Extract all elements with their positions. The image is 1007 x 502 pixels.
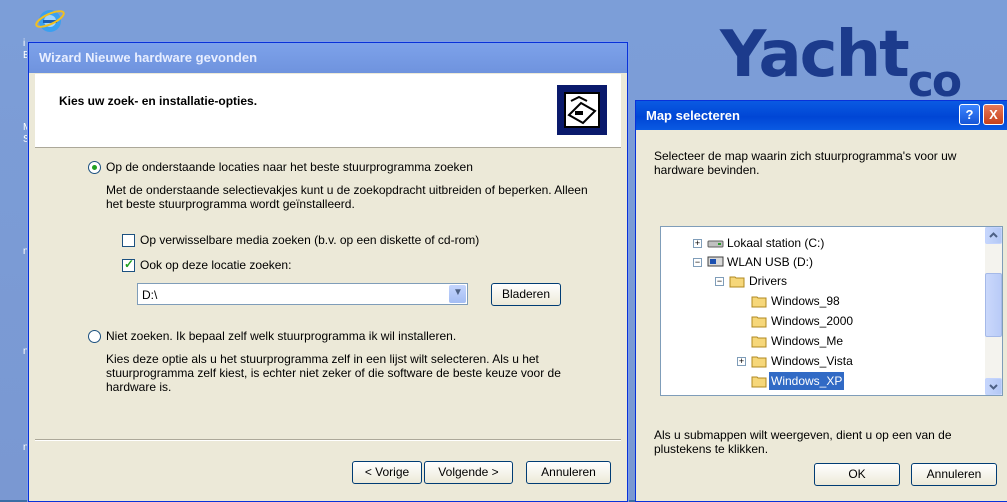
- search-option-label[interactable]: Op de onderstaande locaties naar het bes…: [106, 160, 473, 174]
- radio-selected-dot: [92, 165, 97, 170]
- wizard-header: Kies uw zoek- en installatie-opties.: [35, 74, 621, 148]
- tree-node-windows-me[interactable]: Windows_Me: [661, 332, 981, 350]
- tree-node-drivers[interactable]: − Drivers: [661, 272, 981, 290]
- tree-node-local-drive[interactable]: + Lokaal station (C:): [661, 234, 981, 252]
- select-folder-dialog: Map selecteren ? X Selecteer de map waar…: [635, 100, 1007, 502]
- search-option-description: Met de onderstaande selectievakjes kunt …: [106, 183, 588, 211]
- banner-main-text: Yacht: [720, 18, 910, 92]
- manual-option-radio[interactable]: [88, 330, 101, 343]
- dialog-title: Map selecteren: [646, 108, 740, 123]
- tree-node-label-selected: Windows_XP: [769, 372, 845, 390]
- dialog-instruction: Selecteer de map waarin zich stuurprogra…: [654, 149, 957, 177]
- scroll-thumb[interactable]: [985, 273, 1002, 337]
- folder-icon: [751, 376, 767, 388]
- ok-button[interactable]: OK: [814, 463, 900, 486]
- search-location-checkbox[interactable]: ✓: [122, 257, 135, 272]
- folder-icon: [751, 296, 767, 308]
- combobox-dropdown-button[interactable]: ▼: [449, 285, 466, 303]
- dialog-hint: Als u submappen wilt weergeven, dient u …: [654, 428, 952, 456]
- wizard-titlebar[interactable]: Wizard Nieuwe hardware gevonden: [29, 43, 627, 73]
- tree-node-label: Drivers: [749, 274, 787, 288]
- collapse-minus-icon[interactable]: −: [715, 277, 724, 286]
- search-option-radio[interactable]: [88, 161, 101, 174]
- scroll-up-button[interactable]: [985, 227, 1002, 244]
- tree-node-label: Lokaal station (C:): [727, 236, 825, 250]
- scroll-down-button[interactable]: [985, 378, 1002, 395]
- removable-media-checkbox[interactable]: [122, 234, 135, 247]
- hardware-wizard-window: Wizard Nieuwe hardware gevonden Kies uw …: [28, 42, 628, 502]
- hardware-wizard-icon: [557, 85, 607, 135]
- tree-node-label: Windows_2000: [771, 314, 854, 328]
- tree-node-windows-xp[interactable]: Windows_XP: [661, 372, 981, 390]
- close-button[interactable]: X: [983, 104, 1004, 125]
- tree-node-windows-2000[interactable]: Windows_2000: [661, 312, 981, 330]
- manual-option-label[interactable]: Niet zoeken. Ik bepaal zelf welk stuurpr…: [106, 329, 456, 343]
- desktop-fragment: i: [23, 38, 26, 49]
- close-icon: X: [989, 107, 998, 122]
- tree-node-windows-vista[interactable]: + Windows_Vista: [661, 352, 981, 370]
- expand-plus-icon[interactable]: +: [737, 357, 746, 366]
- help-button[interactable]: ?: [959, 104, 980, 125]
- tree-node-label: Windows_98: [771, 294, 840, 308]
- folder-tree[interactable]: + Lokaal station (C:) − WLAN USB (D:) − …: [660, 226, 1003, 396]
- collapse-minus-icon[interactable]: −: [693, 258, 702, 267]
- chevron-up-icon: [989, 232, 998, 238]
- folder-icon: [751, 356, 767, 368]
- folder-open-icon: [729, 276, 745, 288]
- tree-node-label: WLAN USB (D:): [727, 255, 814, 269]
- location-value: D:\: [142, 288, 158, 302]
- drive-icon: [707, 240, 724, 248]
- cancel-button[interactable]: Annuleren: [526, 461, 611, 484]
- internet-explorer-icon[interactable]: [34, 4, 66, 36]
- chevron-down-icon: ▼: [453, 287, 463, 298]
- wizard-title: Wizard Nieuwe hardware gevonden: [39, 50, 258, 65]
- next-button[interactable]: Volgende >: [424, 461, 513, 484]
- usb-drive-icon: [707, 256, 724, 267]
- location-combobox[interactable]: D:\ ▼: [137, 283, 468, 305]
- removable-media-label[interactable]: Op verwisselbare media zoeken (b.v. op e…: [140, 233, 479, 247]
- folder-icon: [751, 316, 767, 328]
- search-location-label[interactable]: Ook op deze locatie zoeken:: [140, 258, 291, 272]
- back-button[interactable]: < Vorige: [352, 461, 422, 484]
- expand-plus-icon[interactable]: +: [693, 239, 702, 248]
- tree-scrollbar[interactable]: [985, 227, 1002, 395]
- manual-option-description: Kies deze optie als u het stuurprogramma…: [106, 352, 561, 394]
- tree-node-usb-drive[interactable]: − WLAN USB (D:): [661, 253, 981, 271]
- tree-node-label: Windows_Me: [771, 334, 844, 348]
- tree-node-windows-98[interactable]: Windows_98: [661, 292, 981, 310]
- dialog-cancel-button[interactable]: Annuleren: [911, 463, 997, 486]
- tree-node-label: Windows_Vista: [771, 354, 853, 368]
- footer-divider: [35, 439, 621, 441]
- folder-icon: [751, 336, 767, 348]
- dialog-titlebar[interactable]: Map selecteren: [636, 101, 1007, 130]
- help-icon: ?: [965, 107, 974, 122]
- wizard-heading: Kies uw zoek- en installatie-opties.: [59, 94, 258, 108]
- chevron-down-icon: [989, 384, 998, 390]
- browse-button[interactable]: Bladeren: [491, 283, 561, 306]
- checkmark-icon: ✓: [124, 257, 135, 271]
